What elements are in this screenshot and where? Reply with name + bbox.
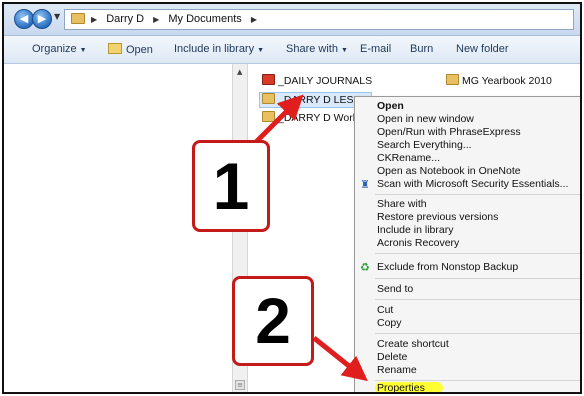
context-menu: Open Open in new window Open/Run with Ph… [354,96,580,392]
breadcrumb-item[interactable]: My Documents [168,13,241,25]
menu-item-properties[interactable]: Properties [375,382,443,392]
command-bar: Organize ▼ Open Include in library ▼ Share… [4,36,580,64]
back-button[interactable]: ◀ [14,9,34,29]
menu-item-security-scan[interactable]: Scan with Microsoft Security Essentials.… [377,178,568,190]
menu-separator [375,278,580,279]
grip-icon[interactable]: ≡ [235,380,245,390]
chevron-right-icon[interactable]: ▶ [153,15,159,24]
menu-item-acronis[interactable]: Acronis Recovery [377,237,459,249]
menu-item-include-library[interactable]: Include in library [377,224,453,236]
folder-icon [262,111,275,122]
menu-item-send-to[interactable]: Send to [377,283,413,295]
security-essentials-icon: ♜ [360,178,370,191]
callout-step-1: 1 [192,140,270,232]
recent-pages-dropdown[interactable]: ▼ [54,12,60,21]
share-with-button[interactable]: Share with ▼ [286,43,348,55]
menu-separator [375,299,580,300]
menu-separator [375,333,580,334]
folder-icon [446,74,459,85]
list-item[interactable]: _DAILY JOURNALS [262,74,372,90]
scroll-up-icon[interactable]: ▲ [237,68,242,76]
chevron-right-icon[interactable]: ▶ [251,15,257,24]
callout-step-2: 2 [232,276,314,366]
menu-item-nonstop-backup[interactable]: Exclude from Nonstop Backup [377,261,518,273]
menu-separator [375,194,580,195]
menu-item-open-new-window[interactable]: Open in new window [377,113,474,125]
include-in-library-button[interactable]: Include in library ▼ [174,43,264,55]
menu-item-cut[interactable]: Cut [377,304,393,316]
menu-item-open[interactable]: Open [377,100,404,112]
folder-icon [71,13,85,24]
menu-item-search-everything[interactable]: Search Everything... [377,139,472,151]
menu-item-onenote[interactable]: Open as Notebook in OneNote [377,165,521,177]
burn-button[interactable]: Burn [410,43,433,55]
menu-separator [375,380,580,381]
list-item[interactable]: MG Yearbook 2010 [446,74,552,90]
menu-separator [375,253,580,254]
menu-item-phraseexpress[interactable]: Open/Run with PhraseExpress [377,126,521,138]
address-box[interactable]: ▶ Darry D ▶ My Documents ▶ [64,9,574,30]
folder-icon [262,93,275,104]
breadcrumb-item[interactable]: Darry D [106,13,144,25]
open-folder-icon [108,43,122,54]
chevron-right-icon[interactable]: ▶ [91,15,97,24]
menu-item-restore-versions[interactable]: Restore previous versions [377,211,498,223]
menu-item-rename[interactable]: Rename [377,364,417,376]
nonstop-backup-icon: ♻ [360,261,370,274]
new-folder-button[interactable]: New folder [456,43,509,55]
list-item[interactable]: _DARRY D Works [262,111,363,127]
email-button[interactable]: E-mail [360,43,391,55]
breadcrumb: ▶ Darry D ▶ My Documents ▶ [91,13,263,25]
menu-item-delete[interactable]: Delete [377,351,407,363]
menu-item-copy[interactable]: Copy [377,317,402,329]
chevron-down-icon: ▼ [340,47,348,54]
menu-item-create-shortcut[interactable]: Create shortcut [377,338,449,350]
address-bar: ◀ ▶ ▼ ▶ Darry D ▶ My Documents ▶ [4,4,580,36]
menu-item-ckrename[interactable]: CKRename... [377,152,440,164]
open-button[interactable]: Open [108,43,153,56]
organize-button[interactable]: Organize ▼ [32,43,87,55]
chevron-down-icon: ▼ [257,47,265,54]
forward-button[interactable]: ▶ [32,9,52,29]
menu-item-share-with[interactable]: Share with [377,198,427,210]
red-folder-icon [262,74,275,85]
chevron-down-icon: ▼ [79,47,87,54]
